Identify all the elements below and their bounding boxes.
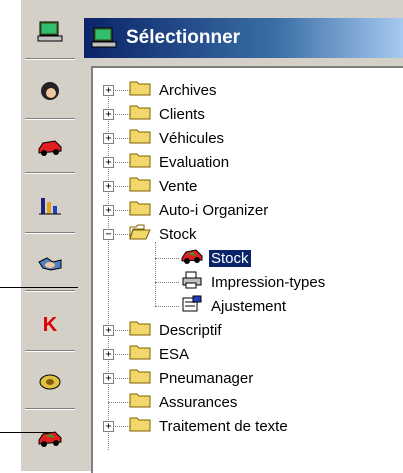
tree-item-label: ESA [159, 345, 190, 363]
collapse-button[interactable]: − [103, 229, 114, 240]
tree-item-label: Assurances [159, 393, 238, 411]
tree-connector [155, 282, 179, 283]
folder-icon [129, 343, 151, 365]
person-head-icon[interactable] [30, 72, 70, 112]
printer-icon [181, 271, 203, 293]
expand-button[interactable]: + [103, 421, 114, 432]
expand-button[interactable]: + [103, 325, 114, 336]
tree-item-label: Clients [159, 105, 205, 123]
folder-icon [129, 415, 151, 437]
bar-chart-icon[interactable] [30, 185, 70, 225]
tree-item[interactable]: Véhicules [129, 126, 226, 150]
tire-icon[interactable] [30, 362, 70, 402]
tree-item-label: Ajustement [211, 297, 287, 315]
select-panel: Sélectionner + + + + + + − + + + + Archives Clients… [78, 0, 403, 473]
tree-item-label: Evaluation [159, 153, 230, 171]
folder-icon [129, 319, 151, 341]
tree-connector [155, 306, 179, 307]
tree-item[interactable]: Impression-types [181, 270, 327, 294]
tree-item-label: Descriptif [159, 321, 222, 339]
expand-button[interactable]: + [103, 349, 114, 360]
tree-item[interactable]: Vente [129, 174, 199, 198]
tree-item-label: Véhicules [159, 129, 225, 147]
folder-icon [129, 199, 151, 221]
folder-icon [129, 367, 151, 389]
tree-connector [108, 90, 109, 450]
adjust-icon [181, 295, 203, 317]
tree-item[interactable]: ESA [129, 342, 191, 366]
tree-item[interactable]: Evaluation [129, 150, 231, 174]
tree-connector [155, 242, 156, 306]
tree-item[interactable]: Ajustement [181, 294, 288, 318]
tree-item-label: Stock [159, 225, 197, 243]
window-title: Sélectionner [126, 27, 241, 48]
expand-button[interactable]: + [103, 157, 114, 168]
tree-item[interactable]: Descriptif [129, 318, 224, 342]
tree-item[interactable]: Pneumanager [129, 366, 255, 390]
folder-icon [129, 79, 151, 101]
folder-open-icon [129, 223, 151, 245]
tree-item-label: Impression-types [211, 273, 326, 291]
tree-item[interactable]: Assurances [129, 390, 239, 414]
tree-item[interactable]: Traitement de texte [129, 414, 290, 438]
expand-button[interactable]: + [103, 205, 114, 216]
expand-button[interactable]: + [103, 181, 114, 192]
expand-button[interactable]: + [103, 133, 114, 144]
side-toolbar: K [20, 0, 80, 471]
tree-connector [155, 258, 179, 259]
handshake-icon[interactable] [30, 244, 70, 284]
folder-icon [129, 391, 151, 413]
car-icon [181, 247, 203, 269]
tree-item-label: Pneumanager [159, 369, 254, 387]
car-icon[interactable] [30, 127, 70, 167]
tree-item-label: Archives [159, 81, 217, 99]
folder-icon [129, 103, 151, 125]
tree-item[interactable]: Stock [181, 246, 252, 270]
folder-icon [129, 151, 151, 173]
folder-icon [129, 127, 151, 149]
expand-button[interactable]: + [103, 85, 114, 96]
tree-item[interactable]: Archives [129, 78, 219, 102]
computer-icon[interactable] [30, 12, 70, 52]
expand-button[interactable]: + [103, 373, 114, 384]
tree-item-label: Stock [208, 248, 252, 268]
letter-k-glyph: K [42, 313, 58, 336]
folder-icon [129, 175, 151, 197]
computer-icon [91, 27, 117, 48]
tree-item[interactable]: Clients [129, 102, 207, 126]
tree-view[interactable]: + + + + + + − + + + + Archives Clients Véhicules Eval… [91, 66, 403, 473]
tree-item-label: Vente [159, 177, 198, 195]
title-bar: Sélectionner [84, 18, 403, 58]
car-icon[interactable] [30, 418, 70, 458]
tree-item[interactable]: Stock [129, 222, 199, 246]
letter-k-icon[interactable]: K [30, 305, 70, 345]
tree-item-label: Traitement de texte [159, 417, 288, 435]
expand-button[interactable]: + [103, 109, 114, 120]
tree-item-label: Auto-i Organizer [159, 201, 269, 219]
callout-line [0, 432, 52, 433]
tree-item[interactable]: Auto-i Organizer [129, 198, 270, 222]
